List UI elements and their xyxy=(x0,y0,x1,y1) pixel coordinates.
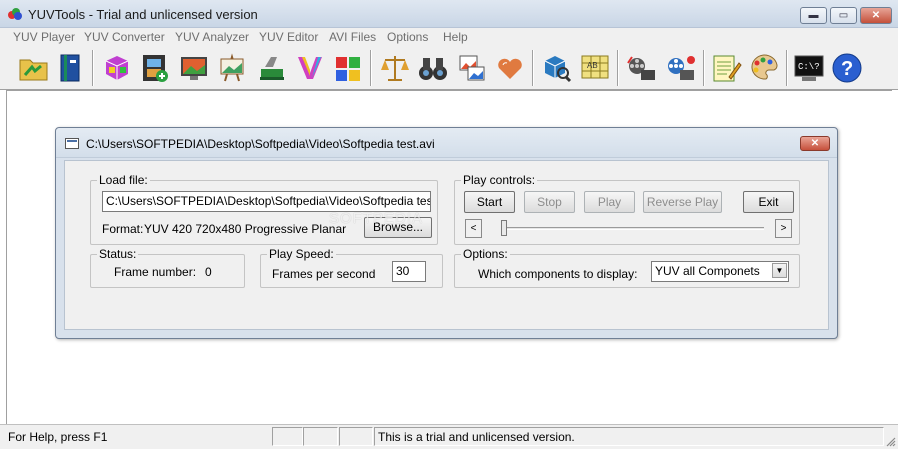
slider-right-button[interactable]: > xyxy=(775,219,792,238)
app-icon xyxy=(8,8,22,20)
menu-avi-files[interactable]: AVI Files xyxy=(329,30,376,44)
toolbar-separator xyxy=(786,50,788,86)
load-file-label: Load file: xyxy=(97,173,150,187)
child-title-bar[interactable]: C:\Users\SOFTPEDIA\Desktop\Softpedia\Vid… xyxy=(56,128,837,158)
child-window-title: C:\Users\SOFTPEDIA\Desktop\Softpedia\Vid… xyxy=(86,137,435,151)
status-help-text: For Help, press F1 xyxy=(8,430,108,444)
play-controls-label: Play controls: xyxy=(461,173,538,187)
svg-text:C:\?: C:\? xyxy=(798,62,820,72)
format-label: Format: xyxy=(102,222,144,236)
cube-search-icon[interactable] xyxy=(540,51,574,85)
player-panel: Load file: C:\Users\SOFTPEDIA\Desktop\So… xyxy=(64,160,829,330)
easel-icon[interactable] xyxy=(215,51,249,85)
status-pane xyxy=(303,427,338,446)
menu-yuv-converter[interactable]: YUV Converter xyxy=(84,30,165,44)
color-v-icon[interactable] xyxy=(293,51,327,85)
command-prompt-icon[interactable]: C:\? xyxy=(792,51,826,85)
color-cube-icon[interactable] xyxy=(100,51,134,85)
frame-number-value: 0 xyxy=(205,265,212,279)
toolbar-separator xyxy=(617,50,619,86)
slider-left-button[interactable]: < xyxy=(465,219,482,238)
status-bar: For Help, press F1 This is a trial and u… xyxy=(0,424,898,449)
frame-number-label: Frame number: xyxy=(114,265,197,279)
status-pane xyxy=(272,427,303,446)
minimize-button[interactable]: ▬ xyxy=(800,7,827,24)
play-button[interactable]: Play xyxy=(584,191,635,213)
status-label: Status: xyxy=(97,247,139,261)
options-label: Options: xyxy=(461,247,510,261)
play-controls-group: Play controls: Start Stop Play Reverse P… xyxy=(454,173,800,245)
palette-icon[interactable] xyxy=(747,51,781,85)
hands-heart-icon[interactable] xyxy=(493,51,527,85)
options-group: Options: Which components to display: YU… xyxy=(454,247,800,288)
toolbar-separator xyxy=(370,50,372,86)
binoculars-icon[interactable] xyxy=(416,51,450,85)
open-folder-icon[interactable] xyxy=(17,51,51,85)
compare-picture-icon[interactable] xyxy=(455,51,489,85)
fps-input[interactable]: 30 xyxy=(392,261,426,282)
resize-grip-icon[interactable] xyxy=(884,435,896,447)
frame-slider-track[interactable] xyxy=(502,227,764,230)
status-group: Status: Frame number: 0 xyxy=(90,247,245,288)
start-button[interactable]: Start xyxy=(464,191,515,213)
picture-monitor-icon[interactable] xyxy=(177,51,211,85)
window-icon xyxy=(65,138,79,149)
toolbar: AB C:\? ? xyxy=(0,46,898,90)
paint-roller-icon[interactable] xyxy=(255,51,289,85)
menu-options[interactable]: Options xyxy=(387,30,428,44)
video-child-window: C:\Users\SOFTPEDIA\Desktop\Softpedia\Vid… xyxy=(55,127,838,339)
title-bar[interactable]: YUVTools - Trial and unlicensed version … xyxy=(0,0,898,28)
stop-button[interactable]: Stop xyxy=(524,191,575,213)
toolbar-separator xyxy=(92,50,94,86)
close-button[interactable]: ✕ xyxy=(860,7,892,24)
menu-yuv-editor[interactable]: YUV Editor xyxy=(259,30,318,44)
components-dropdown[interactable]: YUV all Componets ▼ xyxy=(651,261,789,282)
svg-text:?: ? xyxy=(841,58,853,80)
scales-icon[interactable] xyxy=(378,51,412,85)
fps-label: Frames per second xyxy=(272,267,376,281)
film-reel-color-icon[interactable] xyxy=(664,51,698,85)
film-reel-icon[interactable] xyxy=(625,51,659,85)
play-speed-group: Play Speed: Frames per second 30 xyxy=(260,247,443,288)
watermark: SOFTPEDIA xyxy=(329,210,424,227)
ab-grid-icon[interactable]: AB xyxy=(578,51,612,85)
play-speed-label: Play Speed: xyxy=(267,247,336,261)
toolbar-separator xyxy=(703,50,705,86)
status-message: This is a trial and unlicensed version. xyxy=(374,427,884,446)
svg-text:AB: AB xyxy=(587,61,598,70)
menu-yuv-player[interactable]: YUV Player xyxy=(13,30,75,44)
color-blocks-icon[interactable] xyxy=(331,51,365,85)
book-icon[interactable] xyxy=(53,51,87,85)
components-selected-value: YUV all Componets xyxy=(655,264,760,278)
format-value: YUV 420 720x480 Progressive Planar xyxy=(144,222,347,236)
maximize-button[interactable]: ▭ xyxy=(830,7,857,24)
components-label: Which components to display: xyxy=(478,267,638,281)
menu-help[interactable]: Help xyxy=(443,30,468,44)
reverse-play-button[interactable]: Reverse Play xyxy=(643,191,722,213)
app-title: YUVTools - Trial and unlicensed version xyxy=(28,7,258,22)
menu-bar: YUV Player YUV Converter YUV Analyzer YU… xyxy=(0,28,898,46)
help-icon[interactable]: ? xyxy=(830,51,864,85)
exit-button[interactable]: Exit xyxy=(743,191,794,213)
chevron-down-icon[interactable]: ▼ xyxy=(772,263,787,278)
status-pane xyxy=(339,427,373,446)
toolbar-separator xyxy=(532,50,534,86)
notepad-icon[interactable] xyxy=(709,51,743,85)
child-close-button[interactable]: ✕ xyxy=(800,136,830,151)
menu-yuv-analyzer[interactable]: YUV Analyzer xyxy=(175,30,249,44)
file-path-field[interactable]: C:\Users\SOFTPEDIA\Desktop\Softpedia\Vid… xyxy=(102,191,431,212)
film-add-icon[interactable] xyxy=(137,51,171,85)
frame-slider-thumb[interactable] xyxy=(501,220,507,236)
